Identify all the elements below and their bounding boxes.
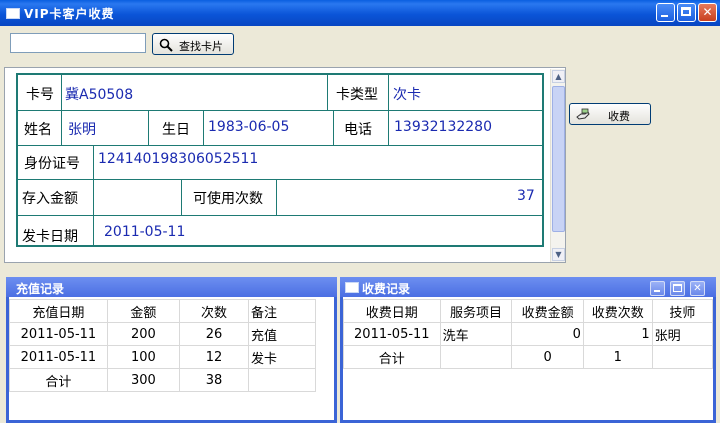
app-window-icon xyxy=(6,8,20,19)
recharge-panel-title: 充值记录 xyxy=(16,282,65,296)
charge-panel-close-button[interactable]: ✕ xyxy=(690,281,705,296)
scroll-thumb[interactable] xyxy=(552,86,565,232)
birthday-value: 1983-06-05 xyxy=(208,119,290,135)
close-button[interactable]: ✕ xyxy=(698,3,717,22)
id-no-label: 身份证号 xyxy=(24,156,80,172)
minimize-icon xyxy=(654,290,660,292)
window-title: VIP卡客户收费 xyxy=(24,7,115,21)
close-icon: ✕ xyxy=(702,5,713,19)
table-total-row[interactable]: 合计 300 38 xyxy=(9,368,316,392)
table-total-row[interactable]: 合计 0 1 xyxy=(343,345,714,369)
minimize-icon xyxy=(661,15,668,17)
usable-times-value: 37 xyxy=(517,188,535,204)
maximize-button[interactable] xyxy=(677,3,696,22)
cell: 发卡 xyxy=(248,345,316,369)
charge-records-panel: 收费记录 ✕ 收费日期 服务项目 收费金额 收费次数 技师 2011-05-11… xyxy=(340,277,716,423)
usable-times-label: 可使用次数 xyxy=(193,191,263,207)
card-no-value: 冀A50508 xyxy=(65,87,134,103)
recharge-col-date: 充值日期 xyxy=(9,299,108,323)
minimize-button[interactable] xyxy=(656,3,675,22)
birthday-label: 生日 xyxy=(162,122,190,138)
cell xyxy=(439,345,513,369)
card-no-label: 卡号 xyxy=(26,87,54,103)
cell: 38 xyxy=(178,368,250,392)
find-card-label: 查找卡片 xyxy=(179,40,223,53)
card-type-value: 次卡 xyxy=(393,87,421,103)
deposit-label: 存入金额 xyxy=(22,191,78,207)
cell: 2011-05-11 xyxy=(9,345,108,369)
magnifier-icon xyxy=(159,38,173,52)
cell xyxy=(651,345,714,369)
phone-value: 13932132280 xyxy=(394,119,492,135)
recharge-col-note: 备注 xyxy=(248,299,316,323)
maximize-icon xyxy=(673,284,682,292)
charge-panel-minimize-button[interactable] xyxy=(650,281,665,296)
issue-date-value: 2011-05-11 xyxy=(104,224,186,240)
charge-button[interactable]: 收费 xyxy=(569,103,651,125)
cell: 洗车 xyxy=(439,322,513,346)
close-icon: ✕ xyxy=(693,283,702,294)
name-value: 张明 xyxy=(68,122,96,138)
maximize-icon xyxy=(681,7,691,16)
cell: 2011-05-11 xyxy=(343,322,441,346)
cell: 0 xyxy=(511,345,584,369)
cell: 26 xyxy=(178,322,250,346)
card-panel-scrollbar[interactable]: ▲ ▼ xyxy=(550,69,565,262)
recharge-panel-titlebar: 充值记录 xyxy=(6,277,337,297)
cell: 合计 xyxy=(9,368,108,392)
cell: 充值 xyxy=(248,322,316,346)
table-row[interactable]: 2011-05-11 洗车 0 1 张明 xyxy=(343,322,714,346)
charge-panel-titlebar: 收费记录 ✕ xyxy=(340,277,716,297)
cell: 2011-05-11 xyxy=(9,322,108,346)
cell: 0 xyxy=(511,322,584,346)
id-no-value: 124140198306052511 xyxy=(98,151,259,167)
table-row[interactable]: 2011-05-11 200 26 充值 xyxy=(9,322,316,346)
charge-col-technician: 技师 xyxy=(651,299,714,323)
recharge-table: 充值日期 金额 次数 备注 2011-05-11 200 26 充值 2011-… xyxy=(9,299,316,392)
cell: 100 xyxy=(106,345,180,369)
charge-table: 收费日期 服务项目 收费金额 收费次数 技师 2011-05-11 洗车 0 1… xyxy=(343,299,714,369)
cell: 12 xyxy=(178,345,250,369)
charge-panel-window-icon xyxy=(345,282,359,293)
issue-date-label: 发卡日期 xyxy=(22,229,78,245)
phone-label: 电话 xyxy=(344,122,372,138)
cell: 200 xyxy=(106,322,180,346)
card-type-label: 卡类型 xyxy=(336,87,378,103)
table-row[interactable]: 2011-05-11 100 12 发卡 xyxy=(9,345,316,369)
charge-col-amount: 收费金额 xyxy=(511,299,584,323)
cell: 张明 xyxy=(651,322,714,346)
charge-label: 收费 xyxy=(608,110,630,123)
scroll-down-icon[interactable]: ▼ xyxy=(552,248,565,261)
find-card-button[interactable]: 查找卡片 xyxy=(152,33,234,55)
card-search-input[interactable] xyxy=(10,33,146,53)
recharge-col-amount: 金额 xyxy=(106,299,180,323)
hand-money-icon xyxy=(576,108,590,120)
recharge-records-panel: 充值记录 充值日期 金额 次数 备注 2011-05-11 200 26 充值 … xyxy=(6,277,337,423)
cell: 1 xyxy=(582,322,653,346)
cell: 1 xyxy=(582,345,653,369)
card-info-table: 卡号 冀A50508 卡类型 次卡 姓名 张明 生日 1983-06-05 电话… xyxy=(16,73,544,247)
charge-col-date: 收费日期 xyxy=(343,299,441,323)
recharge-col-times: 次数 xyxy=(178,299,250,323)
charge-col-service: 服务项目 xyxy=(439,299,513,323)
scroll-up-icon[interactable]: ▲ xyxy=(552,70,565,83)
name-label: 姓名 xyxy=(24,122,52,138)
cell xyxy=(248,368,316,392)
charge-col-times: 收费次数 xyxy=(582,299,653,323)
charge-panel-maximize-button[interactable] xyxy=(670,281,685,296)
charge-panel-title: 收费记录 xyxy=(362,282,411,296)
cell: 300 xyxy=(106,368,180,392)
cell: 合计 xyxy=(343,345,441,369)
